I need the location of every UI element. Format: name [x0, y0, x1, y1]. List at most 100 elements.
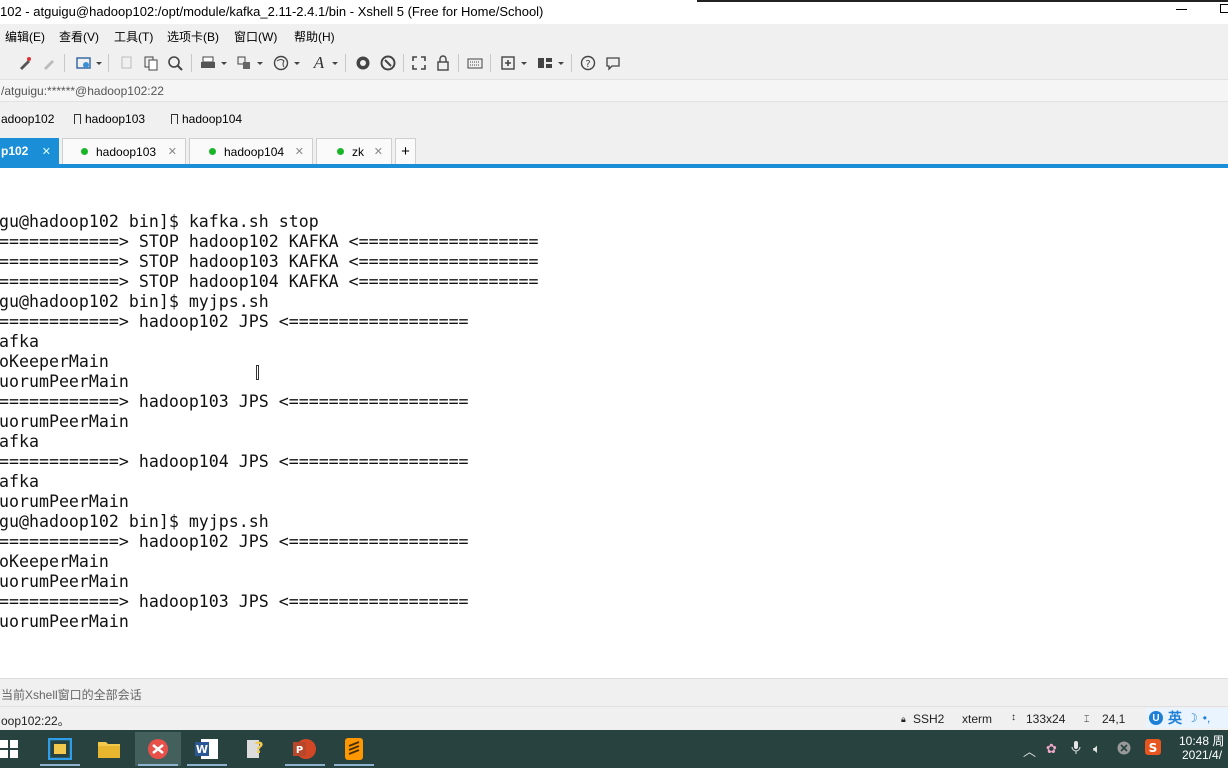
toolbar-separator — [403, 54, 404, 72]
chevron-down-icon[interactable] — [332, 62, 338, 65]
menu-tabs[interactable]: 选项卡(B) — [167, 28, 219, 45]
new-session-icon[interactable] — [76, 55, 92, 71]
xmanager-icon[interactable] — [380, 55, 396, 71]
microphone-icon[interactable] — [1071, 741, 1081, 758]
ime-indicator[interactable]: U 英 ☽ •, — [1146, 708, 1228, 728]
toolbar-separator — [191, 54, 192, 72]
title-bar: 102 - atguigu@hadoop102:/opt/module/kafk… — [0, 0, 1228, 24]
chevron-down-icon[interactable] — [257, 62, 263, 65]
link-hadoop104[interactable]: hadoop104 — [171, 112, 242, 126]
terminal-line: oKeeperMain — [0, 352, 109, 371]
address-text[interactable]: /atguigu:******@hadoop102:22 — [1, 84, 164, 98]
menu-edit[interactable]: 编辑(E) — [5, 28, 45, 45]
explorer-window-icon[interactable] — [37, 732, 83, 766]
terminal-line: gu@hadoop102 bin]$ myjps.sh — [0, 512, 269, 531]
word-icon[interactable]: W — [184, 732, 230, 766]
window-title: 102 - atguigu@hadoop102:/opt/module/kafk… — [0, 4, 544, 19]
windows-start-icon[interactable] — [0, 732, 32, 766]
copy-icon[interactable] — [119, 55, 135, 71]
menu-help[interactable]: 帮助(H) — [294, 28, 335, 45]
xshell-icon[interactable] — [135, 732, 181, 766]
address-bar[interactable]: /atguigu:******@hadoop102:22 — [0, 79, 1228, 102]
compose-placeholder[interactable]: 当前Xshell窗口的全部会话 — [1, 686, 142, 703]
resize-icon: ↕ — [1011, 712, 1016, 723]
find-icon[interactable] — [167, 55, 183, 71]
help-tool-icon[interactable]: ? — [233, 732, 279, 766]
add-tab-button[interactable]: + — [395, 138, 416, 164]
help-icon[interactable]: ? — [580, 55, 596, 71]
toolbar-separator — [345, 54, 346, 72]
close-icon[interactable]: ✕ — [42, 145, 51, 158]
terminal-line: ============> hadoop103 JPS <===========… — [0, 392, 469, 411]
tab-hadoop104[interactable]: hadoop104 ✕ — [189, 138, 313, 164]
xftp-icon[interactable] — [355, 55, 371, 71]
layout-icon[interactable] — [537, 55, 553, 71]
link-hadoop102[interactable]: adoop102 — [1, 112, 54, 126]
link-label: hadoop104 — [182, 112, 243, 126]
toolbar-separator — [458, 54, 459, 72]
keyboard-icon[interactable] — [467, 55, 483, 71]
tab-hadoop103[interactable]: hadoop103 ✕ — [62, 138, 186, 164]
terminal-line: ============> hadoop102 JPS <===========… — [0, 312, 469, 331]
restore-button[interactable] — [1220, 4, 1228, 13]
globe-icon[interactable] — [273, 55, 289, 71]
bookmark-icon — [74, 114, 81, 125]
tab-hadoop102[interactable]: p102 ✕ — [0, 138, 59, 164]
print-icon[interactable] — [200, 55, 216, 71]
link-label: adoop102 — [1, 112, 55, 126]
toolbar-separator — [571, 54, 572, 72]
links-bar: adoop102 hadoop103 hadoop104 — [0, 102, 1228, 136]
tab-zk[interactable]: zk ✕ — [316, 138, 392, 164]
pen-disabled-icon[interactable] — [41, 55, 57, 71]
menu-bar: 编辑(E) 查看(V) 工具(T) 选项卡(B) 窗口(W) 帮助(H) — [0, 24, 1228, 46]
link-label: hadoop103 — [85, 112, 146, 126]
link-hadoop103[interactable]: hadoop103 — [74, 112, 145, 126]
clock-date[interactable]: 2021/4/ — [1182, 748, 1222, 762]
powerpoint-icon[interactable]: P — [282, 732, 328, 766]
chevron-up-icon[interactable]: ︿ — [1023, 741, 1036, 760]
minimize-button[interactable] — [1176, 9, 1187, 10]
sogou-ime-icon[interactable]: S — [1145, 739, 1161, 758]
terminal-line: uorumPeerMain — [0, 372, 129, 391]
chevron-down-icon[interactable] — [294, 62, 300, 65]
compose-icon[interactable] — [500, 55, 516, 71]
punctuation-icon[interactable]: •, — [1203, 711, 1211, 725]
menu-tools[interactable]: 工具(T) — [114, 28, 153, 45]
transfer-icon[interactable] — [236, 55, 252, 71]
close-icon[interactable]: ✕ — [168, 145, 177, 158]
windows-taskbar: W ? P ︿ ✿ 🔈︎ S 10:48 周 2021/4/ — [0, 730, 1228, 768]
chevron-down-icon[interactable] — [221, 62, 227, 65]
chevron-down-icon[interactable] — [558, 62, 564, 65]
menu-view[interactable]: 查看(V) — [59, 28, 99, 45]
chat-icon[interactable] — [605, 55, 621, 71]
status-size: 133x24 — [1026, 712, 1066, 726]
file-explorer-icon[interactable] — [86, 732, 132, 766]
moon-icon[interactable]: ☽ — [1187, 711, 1198, 725]
terminal-line: ============> STOP hadoop102 KAFKA <====… — [0, 232, 539, 251]
close-icon[interactable]: ✕ — [374, 145, 383, 158]
close-icon[interactable]: ✕ — [295, 145, 304, 158]
connected-status-icon — [81, 148, 88, 155]
text-cursor-icon — [256, 365, 259, 380]
chevron-down-icon[interactable] — [521, 62, 527, 65]
compose-bar[interactable]: 当前Xshell窗口的全部会话 — [0, 678, 1228, 706]
terminal-line: afka — [0, 332, 39, 351]
fullscreen-icon[interactable] — [411, 55, 427, 71]
menu-window[interactable]: 窗口(W) — [234, 28, 277, 45]
clock-time[interactable]: 10:48 周 — [1179, 732, 1224, 749]
svg-text:?: ? — [585, 59, 590, 70]
tab-label: p102 — [1, 144, 29, 158]
pen-icon[interactable] — [17, 55, 33, 71]
chevron-down-icon[interactable] — [96, 62, 102, 65]
terminal[interactable]: gu@hadoop102 bin]$ kafka.sh stop ========… — [0, 168, 1228, 677]
terminal-line: gu@hadoop102 bin]$ myjps.sh — [0, 292, 269, 311]
sublime-icon[interactable] — [331, 732, 377, 766]
paste-icon[interactable] — [143, 55, 159, 71]
font-icon[interactable]: A — [311, 54, 327, 71]
volume-icon[interactable]: 🔈︎ — [1093, 741, 1101, 757]
network-disconnected-icon[interactable] — [1117, 741, 1131, 758]
ime-language[interactable]: 英 — [1168, 708, 1182, 728]
cloud-app-icon[interactable]: ✿ — [1046, 741, 1057, 757]
toolbar-separator — [64, 54, 65, 72]
lock-icon[interactable] — [435, 55, 451, 71]
